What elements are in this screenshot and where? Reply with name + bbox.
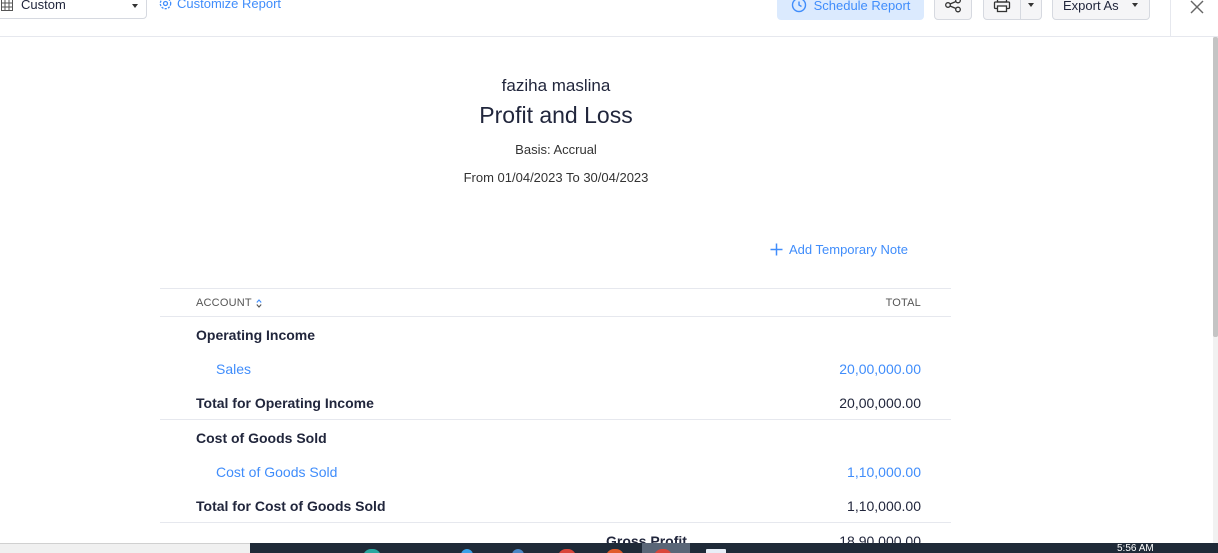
os-taskbar: 5:56 AM bbox=[250, 543, 1218, 553]
settings-icon bbox=[159, 0, 172, 10]
customize-report-link[interactable]: Customize Report bbox=[159, 0, 281, 11]
calendar-grid-icon bbox=[1, 0, 13, 11]
customize-report-label: Customize Report bbox=[177, 0, 282, 11]
clock-icon bbox=[791, 0, 806, 13]
share-icon bbox=[945, 0, 961, 13]
report-toolbar: Custom Customize Report Schedule Report bbox=[0, 0, 1218, 37]
app-icon[interactable] bbox=[512, 549, 524, 553]
account-row[interactable]: Cost of Goods Sold 1,10,000.00 bbox=[160, 454, 951, 488]
section-total-row: Total for Operating Income 20,00,000.00 bbox=[160, 385, 951, 419]
add-temporary-note-link[interactable]: Add Temporary Note bbox=[770, 242, 908, 257]
account-link[interactable]: Cost of Goods Sold bbox=[216, 464, 337, 480]
account-column-header[interactable]: ACCOUNT bbox=[196, 297, 262, 309]
print-button[interactable] bbox=[983, 0, 1042, 20]
account-amount[interactable]: 20,00,000.00 bbox=[839, 361, 921, 377]
account-row[interactable]: Sales 20,00,000.00 bbox=[160, 351, 951, 385]
schedule-report-label: Schedule Report bbox=[813, 0, 911, 13]
chevron-down-icon[interactable] bbox=[1028, 3, 1034, 7]
horizontal-scroll-area bbox=[0, 543, 250, 553]
app-icon[interactable] bbox=[606, 549, 624, 553]
section-heading-row: Operating Income bbox=[160, 317, 951, 351]
print-button-divider bbox=[1020, 0, 1021, 19]
profit-loss-table: ACCOUNT TOTAL Operating Income Sales 20,… bbox=[160, 288, 951, 553]
add-temporary-note-label: Add Temporary Note bbox=[789, 242, 908, 257]
app-icon[interactable] bbox=[363, 549, 381, 553]
table-header: ACCOUNT TOTAL bbox=[160, 288, 951, 317]
account-link[interactable]: Sales bbox=[216, 361, 251, 377]
export-as-label: Export As bbox=[1063, 0, 1119, 13]
account-amount[interactable]: 1,10,000.00 bbox=[847, 464, 921, 480]
app-icon[interactable] bbox=[461, 549, 473, 553]
chevron-down-icon bbox=[1132, 3, 1138, 7]
section-total-label: Total for Operating Income bbox=[196, 395, 374, 411]
section-total-amount: 1,10,000.00 bbox=[847, 498, 921, 514]
date-range-select[interactable]: Custom bbox=[0, 0, 147, 19]
report-period: From 01/04/2023 To 30/04/2023 bbox=[463, 170, 649, 185]
export-as-button[interactable]: Export As bbox=[1052, 0, 1150, 20]
printer-icon bbox=[993, 0, 1011, 13]
scrollbar-thumb[interactable] bbox=[1213, 37, 1218, 337]
section-heading: Operating Income bbox=[196, 327, 316, 343]
share-button[interactable] bbox=[934, 0, 972, 20]
sort-icon bbox=[256, 298, 262, 308]
browser-icon[interactable] bbox=[558, 549, 576, 553]
section-total-row: Total for Cost of Goods Sold 1,10,000.00 bbox=[160, 488, 951, 522]
section-total-label: Total for Cost of Goods Sold bbox=[196, 498, 386, 514]
report-basis: Basis: Accrual bbox=[515, 142, 597, 157]
organization-name: faziha maslina bbox=[501, 76, 611, 95]
section-total-amount: 20,00,000.00 bbox=[839, 395, 921, 411]
report-title: Profit and Loss bbox=[479, 102, 633, 128]
close-icon[interactable] bbox=[1188, 0, 1206, 16]
toolbar-divider bbox=[1170, 0, 1171, 37]
report-header: faziha maslina Profit and Loss Basis: Ac… bbox=[356, 76, 756, 186]
page-scrollbar[interactable] bbox=[1213, 37, 1218, 543]
section-heading-row: Cost of Goods Sold bbox=[160, 420, 951, 454]
section-heading: Cost of Goods Sold bbox=[196, 430, 327, 446]
date-range-value: Custom bbox=[21, 0, 66, 12]
account-column-label: ACCOUNT bbox=[196, 297, 252, 309]
taskbar-clock: 5:56 AM bbox=[1117, 543, 1154, 553]
app-icon[interactable] bbox=[706, 549, 726, 553]
chevron-down-icon bbox=[132, 4, 138, 8]
schedule-report-button[interactable]: Schedule Report bbox=[777, 0, 924, 20]
plus-icon bbox=[770, 243, 783, 256]
total-column-header: TOTAL bbox=[885, 297, 921, 309]
